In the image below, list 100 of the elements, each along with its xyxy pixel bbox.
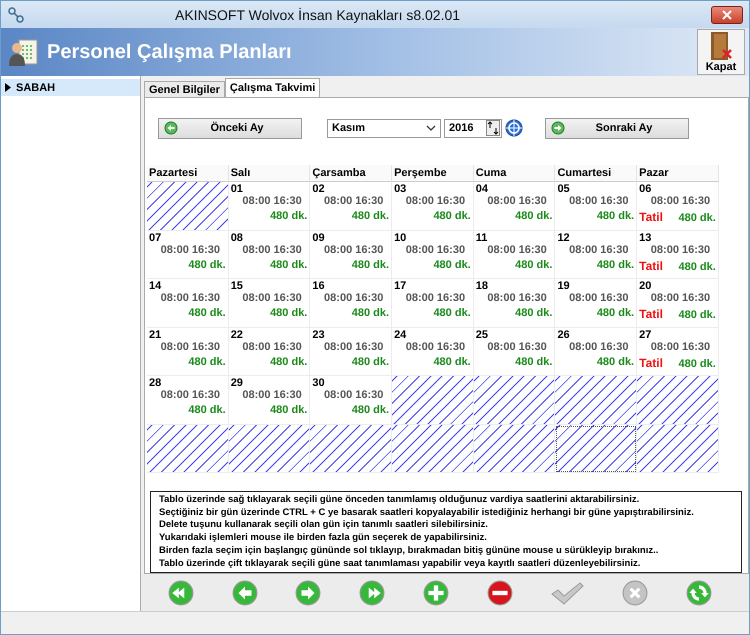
empty-cell[interactable] [147, 182, 229, 230]
shift-hours: 08:00 16:30 [487, 292, 547, 304]
row-pointer-icon [5, 83, 11, 92]
toolbar-button[interactable] [486, 580, 513, 606]
day-number: 15 [230, 280, 243, 292]
holiday-label: Tatil [639, 356, 663, 370]
weekday-header: Salı [228, 165, 310, 182]
previous-month-button[interactable]: Önceki Ay [158, 118, 302, 138]
month-dropdown[interactable]: Kasım [327, 118, 441, 138]
shift-hours: 08:00 16:30 [569, 195, 628, 207]
shift-hours: 08:00 16:30 [406, 292, 466, 304]
close-button[interactable] [711, 6, 743, 24]
toolbar-button[interactable] [422, 580, 449, 606]
shift-hours: 08:00 16:30 [569, 292, 628, 304]
hint-text: Delete tuşunu kullanarak seçili olan gün için tanımlı saatleri silebilirsiniz. [159, 519, 489, 532]
holiday-label: Tatil [639, 258, 663, 272]
shift-hours: 08:00 16:30 [242, 389, 302, 401]
spinner-icon[interactable] [486, 120, 500, 136]
shift-hours: 08:00 16:30 [406, 244, 466, 256]
day-number: 21 [149, 328, 162, 340]
minutes-total: 480 dk. [596, 210, 634, 222]
shift-hours: 08:00 16:30 [324, 340, 384, 352]
shift-hours: 08:00 16:30 [650, 340, 710, 352]
shift-hours: 08:00 16:30 [406, 340, 466, 352]
shift-hours: 08:00 16:30 [650, 195, 710, 207]
weekday-header: Çarsamba [310, 165, 392, 182]
day-number: 10 [394, 232, 406, 244]
weekday-header: Pazartesi [147, 165, 229, 182]
shift-hours: 08:00 16:30 [242, 340, 302, 352]
minutes-total: 480 dk. [515, 210, 552, 222]
day-number: 16 [312, 280, 325, 292]
minutes-total: 480 dk. [270, 210, 308, 222]
minutes-total: 480 dk. [678, 260, 716, 272]
day-number: 12 [557, 232, 570, 244]
day-number: 04 [476, 183, 488, 195]
minutes-total: 480 dk. [515, 307, 552, 319]
day-number: 19 [557, 280, 570, 292]
minutes-total: 480 dk. [188, 356, 226, 368]
minutes-total: 480 dk. [352, 307, 390, 319]
app-icon [7, 6, 25, 22]
year-field[interactable]: 2016 [444, 118, 502, 138]
minutes-total: 480 dk. [596, 356, 634, 368]
shift-hours: 08:00 16:30 [242, 195, 302, 207]
minutes-total: 480 dk. [188, 404, 226, 416]
day-number: 28 [149, 377, 162, 389]
minutes-total: 480 dk. [515, 258, 552, 270]
shift-hours: 08:00 16:30 [160, 389, 220, 401]
shift-hours: 08:00 16:30 [650, 292, 710, 304]
minutes-total: 480 dk. [352, 258, 390, 270]
minutes-total: 480 dk. [596, 258, 634, 270]
toolbar-button[interactable] [359, 580, 386, 606]
next-month-button[interactable]: Sonraki Ay [545, 118, 689, 138]
toolbar-button[interactable] [168, 580, 194, 606]
shift-hours: 08:00 16:30 [487, 340, 547, 352]
window-title: AKINSOFT Wolvox İnsan Kaynakları s8.02.01 [175, 6, 462, 22]
hint-text: Tablo üzerinde çift tıklayarak seçili güne saat tanımlaması yapabilir veya kayıtlı saatleri düzenleyebilirsiniz. [159, 558, 642, 570]
shift-hours: 08:00 16:30 [242, 292, 302, 304]
shift-hours: 08:00 16:30 [242, 244, 302, 256]
minutes-total: 480 dk. [270, 404, 308, 416]
weekday-header: Pazar [637, 165, 719, 182]
day-number: 17 [394, 280, 406, 292]
sidebar-item[interactable]: SABAH [1, 79, 140, 96]
shift-hours: 08:00 16:30 [569, 340, 628, 352]
holiday-label: Tatil [639, 210, 663, 224]
shift-hours: 08:00 16:30 [650, 244, 710, 256]
toolbar-button[interactable] [232, 580, 258, 606]
day-number: 30 [312, 377, 325, 389]
day-number: 01 [230, 183, 243, 195]
day-number: 11 [476, 232, 488, 244]
minutes-total: 480 dk. [188, 307, 226, 319]
close-button[interactable]: Kapat [697, 29, 745, 75]
hint-text: Yukarıdaki işlemleri mouse ile birden fazla gün seçerek de yapabilirsiniz. [159, 532, 488, 545]
day-number: 08 [230, 232, 243, 244]
minutes-total: 480 dk. [596, 307, 634, 319]
tab[interactable]: Çalışma Takvimi [224, 78, 320, 97]
minutes-total: 480 dk. [270, 356, 308, 368]
minutes-total: 480 dk. [433, 258, 471, 270]
minutes-total: 480 dk. [678, 358, 716, 370]
close-icon [722, 10, 732, 20]
dropdown-icon [426, 125, 436, 131]
globe-icon[interactable] [505, 119, 523, 137]
shift-hours: 08:00 16:30 [324, 244, 384, 256]
toolbar-button[interactable] [295, 580, 322, 606]
tab[interactable]: Genel Bilgiler [144, 81, 225, 97]
day-number: 25 [476, 328, 488, 340]
hint-text: Seçtiğiniz bir gün üzerinde CTRL + C ye basarak saatleri kopyalayabilir istediğiniz herhangi bir güne yapıştırabilirsiniz. [159, 506, 695, 520]
day-number: 29 [230, 377, 243, 389]
door-icon [709, 31, 733, 61]
minutes-total: 480 dk. [188, 258, 226, 270]
day-number: 24 [394, 328, 406, 340]
toolbar-button[interactable] [686, 580, 712, 606]
day-number: 06 [639, 183, 652, 195]
minutes-total: 480 dk. [433, 210, 471, 222]
weekday-header: Perşembe [392, 165, 474, 182]
weekday-header: Cumartesi [555, 165, 638, 182]
day-number: 23 [312, 328, 325, 340]
day-number: 14 [149, 280, 162, 292]
day-number: 09 [312, 232, 325, 244]
day-number: 03 [394, 183, 406, 195]
minutes-total: 480 dk. [433, 356, 471, 368]
